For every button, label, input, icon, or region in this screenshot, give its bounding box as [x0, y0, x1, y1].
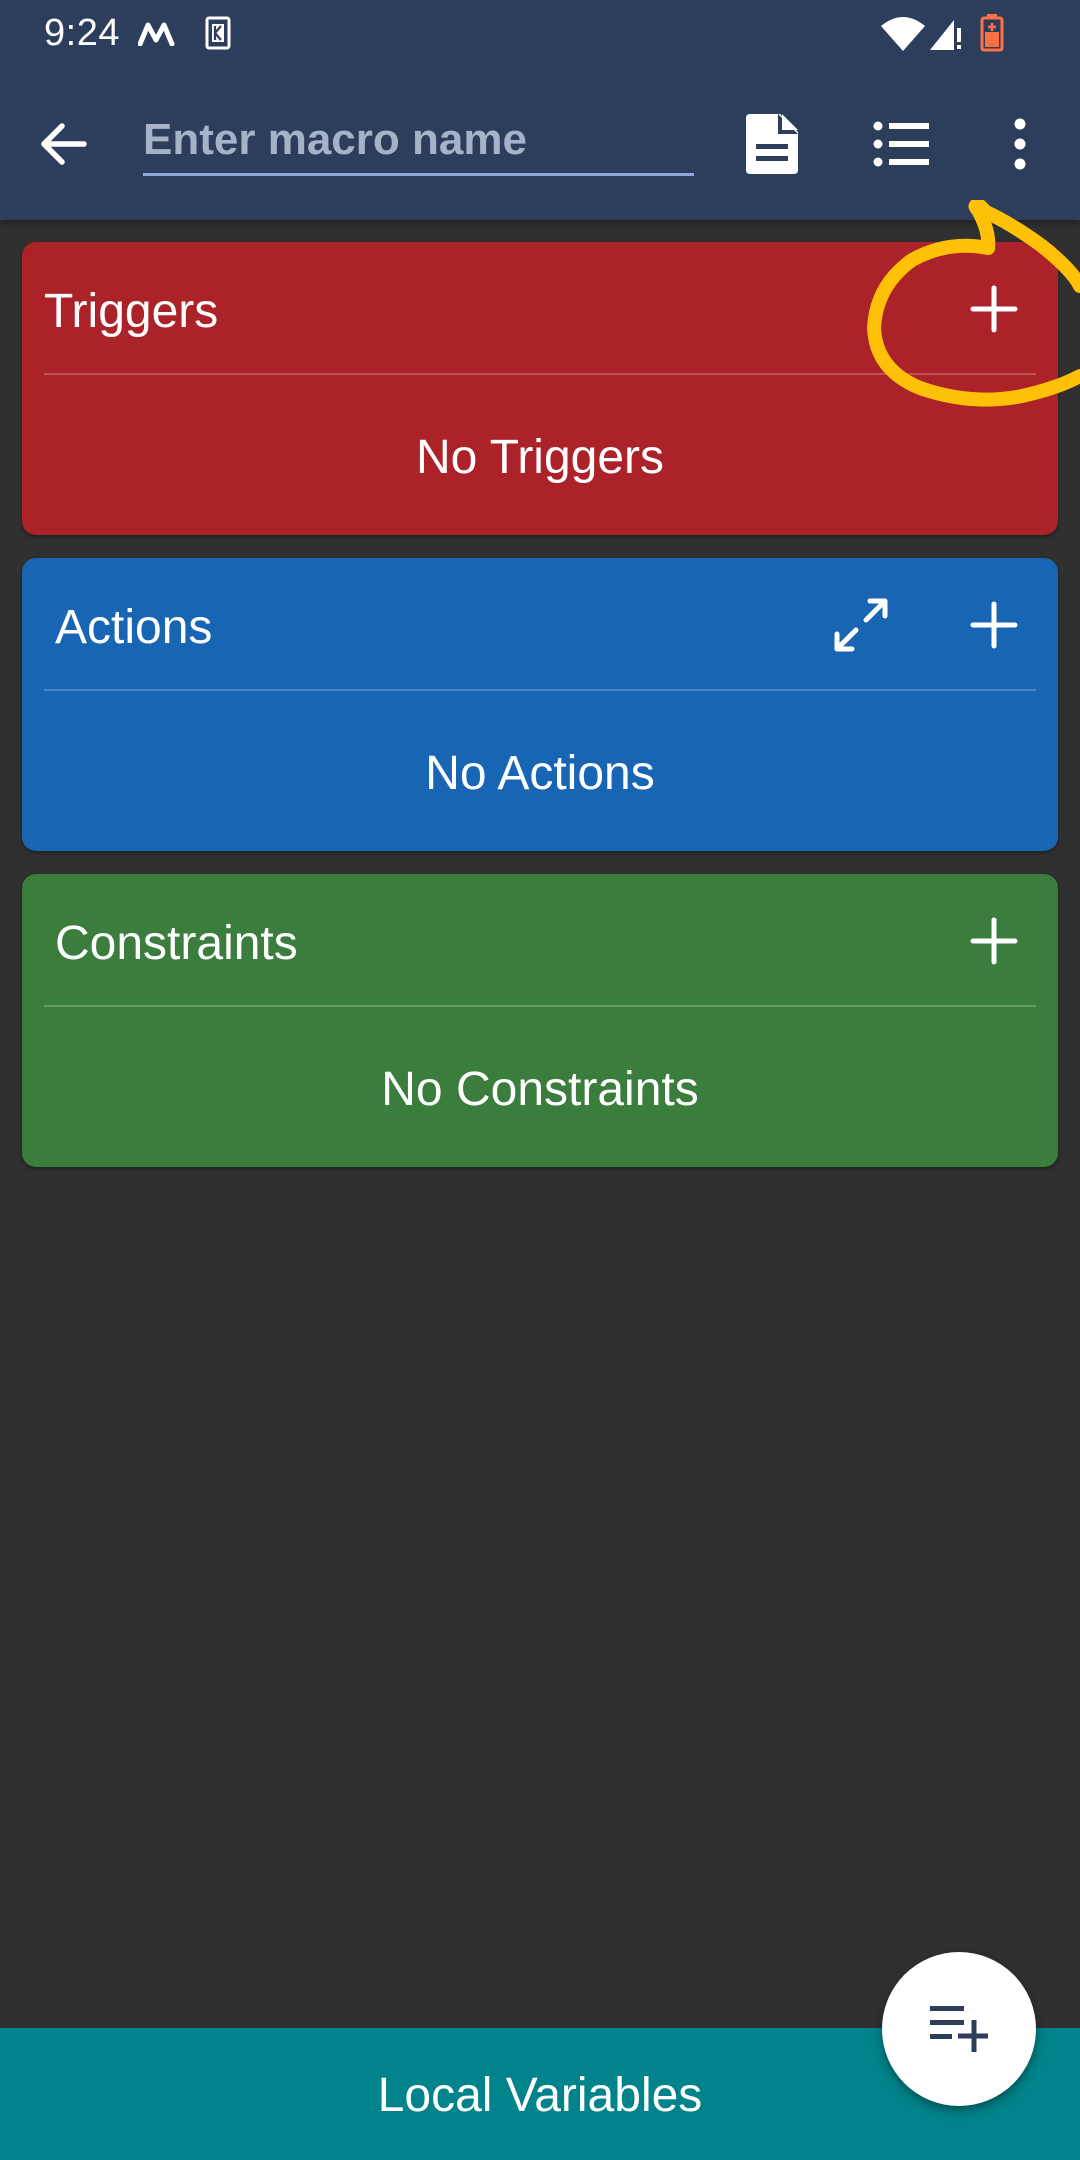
status-bar: 9:24	[0, 0, 1080, 66]
add-to-list-fab[interactable]	[882, 1952, 1036, 2106]
actions-title: Actions	[55, 601, 213, 654]
expand-icon[interactable]	[832, 596, 890, 654]
constraints-empty-text: No Constraints	[381, 1063, 699, 1116]
actions-card: Actions No Actions	[22, 558, 1058, 851]
constraints-title: Constraints	[55, 917, 298, 970]
triggers-divider	[44, 373, 1036, 375]
app-toolbar	[0, 66, 1080, 220]
more-vert-icon[interactable]	[1004, 112, 1036, 176]
triggers-empty-text: No Triggers	[415, 431, 665, 484]
wifi-icon	[881, 17, 925, 51]
add-trigger-icon[interactable]	[969, 284, 1019, 334]
battery-icon	[980, 14, 1004, 52]
constraints-divider	[44, 1005, 1036, 1007]
actions-divider	[44, 689, 1036, 691]
playlist-add-icon	[930, 2006, 988, 2052]
m-logo-icon	[138, 22, 175, 46]
k-notification-icon	[205, 16, 231, 50]
arrow-back-icon[interactable]	[36, 116, 92, 172]
list-icon[interactable]	[873, 116, 931, 172]
actions-empty-text: No Actions	[425, 747, 655, 800]
constraints-card: Constraints No Constraints	[22, 874, 1058, 1167]
status-time: 9:24	[44, 12, 120, 54]
document-icon[interactable]	[744, 112, 800, 176]
add-constraint-icon[interactable]	[969, 916, 1019, 966]
macro-name-input[interactable]	[143, 106, 694, 176]
signal-icon	[930, 20, 961, 50]
add-action-icon[interactable]	[969, 600, 1019, 650]
triggers-title: Triggers	[44, 285, 219, 338]
triggers-card: Triggers No Triggers	[22, 242, 1058, 535]
